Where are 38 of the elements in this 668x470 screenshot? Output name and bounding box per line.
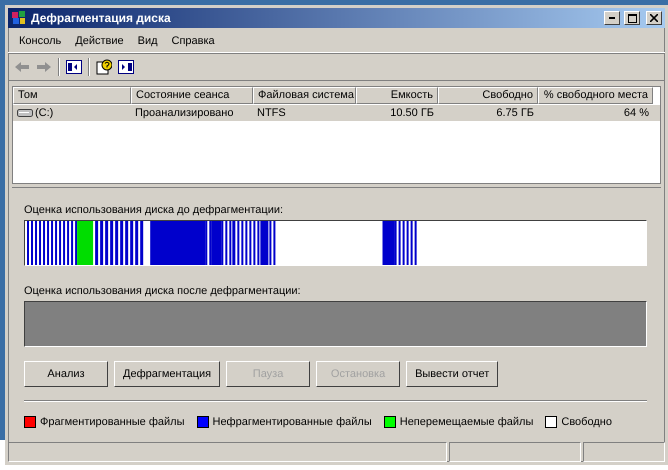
minimize-button[interactable] [604, 11, 620, 25]
column-header[interactable]: % свободного места [538, 87, 653, 104]
help-icon[interactable] [96, 59, 112, 75]
column-header[interactable]: Свободно [438, 87, 538, 104]
table-cell-text: 10.50 ГБ [389, 107, 435, 119]
console-tree-icon[interactable] [66, 60, 82, 74]
menu-item[interactable]: Вид [130, 33, 165, 49]
volume-row[interactable]: (C:) Проанализировано NTFS 10.50 ГБ 6.75 ГБ 64 % [13, 105, 660, 121]
table-cell-text: NTFS [256, 107, 287, 119]
column-header[interactable]: Том [13, 87, 131, 104]
column-header[interactable]: Состояние сеанса [131, 87, 253, 104]
legend-label: Неперемещаемые файлы [400, 416, 534, 428]
close-button[interactable] [646, 11, 662, 25]
column-header[interactable]: Емкость [356, 87, 438, 104]
table-cell-text: Проанализировано [134, 107, 234, 119]
action-button[interactable]: Анализ [24, 361, 108, 387]
action-pane-icon[interactable] [118, 60, 134, 74]
maximize-icon [628, 14, 636, 22]
menu-item[interactable]: Действие [68, 33, 131, 49]
table-cell-text: 64 % [622, 107, 650, 119]
menu-item[interactable]: Справка [164, 33, 222, 49]
legend-label: Фрагментированные файлы [40, 416, 184, 428]
table-cell: (C:) [13, 107, 131, 119]
window-title: Дефрагментация диска [31, 11, 172, 25]
column-header[interactable]: Файловая система [253, 87, 356, 104]
minimize-icon [609, 17, 615, 19]
action-button[interactable]: Вывести отчет [406, 361, 498, 387]
defrag-app-icon [11, 10, 27, 26]
after-defrag-label: Оценка использования диска после дефрагментации: [24, 285, 302, 297]
table-cell-text: 6.75 ГБ [495, 107, 535, 119]
close-icon [650, 14, 658, 22]
before-analysis-label: Оценка использования диска до дефрагментации: [24, 204, 284, 216]
drive-icon [17, 109, 33, 117]
action-button[interactable]: Дефрагментация [114, 361, 220, 387]
maximize-button[interactable] [624, 11, 640, 25]
menu-item[interactable]: Консоль [12, 33, 68, 49]
legend-label: Свободно [561, 416, 612, 428]
legend-label: Нефрагментированные файлы [212, 416, 372, 428]
